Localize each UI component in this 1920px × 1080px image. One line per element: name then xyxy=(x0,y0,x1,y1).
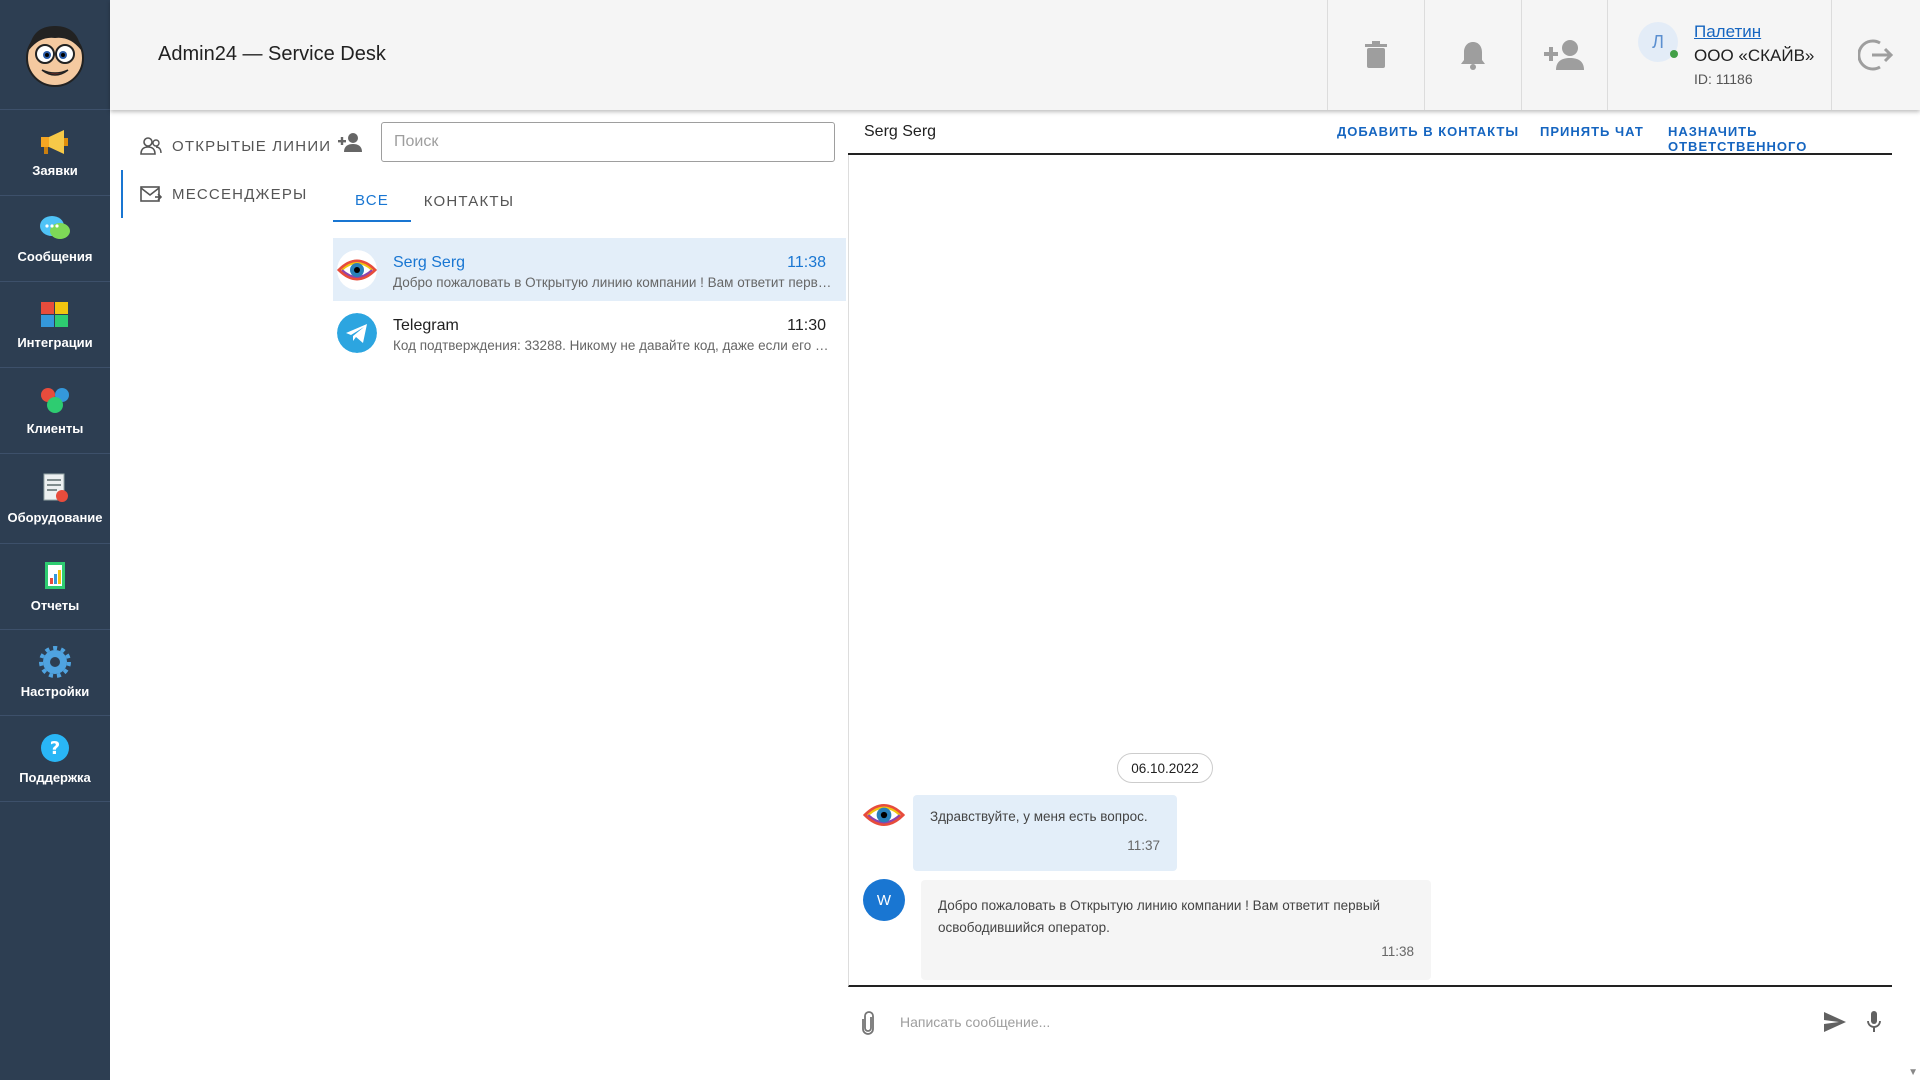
chat-bubbles-icon xyxy=(38,213,72,243)
paperclip-icon xyxy=(862,1011,874,1035)
page-title: Admin24 — Service Desk xyxy=(158,43,386,65)
chat-pane: Serg Serg ДОБАВИТЬ В КОНТАКТЫ ПРИНЯТЬ ЧА… xyxy=(848,112,1892,1070)
help-icon: ? xyxy=(38,732,72,764)
date-separator: 06.10.2022 xyxy=(1117,753,1213,783)
search-input[interactable] xyxy=(381,122,835,162)
section-messengers[interactable]: МЕССЕНДЖЕРЫ xyxy=(140,174,308,214)
avatar: W xyxy=(863,879,905,921)
user-profile: Л Палетин ООО «СКАЙВ» ID: 11186 xyxy=(1607,0,1831,110)
user-company: ООО «СКАЙВ» xyxy=(1694,46,1815,65)
nav-item-integrations[interactable]: Интеграции xyxy=(0,282,110,368)
scroll-down-arrow-icon[interactable]: ▼ xyxy=(1908,1067,1918,1078)
mascot-logo-icon xyxy=(26,25,84,87)
eye-logo-icon xyxy=(863,794,905,836)
send-button[interactable] xyxy=(1823,1011,1847,1038)
report-icon xyxy=(38,560,72,592)
nav-item-requests[interactable]: Заявки xyxy=(0,110,110,196)
chat-name: Serg Serg xyxy=(393,254,466,271)
chat-preview: Код подтверждения: 33288. Никому не дава… xyxy=(393,338,833,353)
nav-label: Поддержка xyxy=(19,770,91,785)
add-user-button[interactable] xyxy=(1521,0,1607,110)
chat-title: Serg Serg xyxy=(864,123,937,140)
message-composer xyxy=(848,989,1892,1059)
nav-item-messages[interactable]: Сообщения xyxy=(0,196,110,282)
chat-toolbar: Serg Serg ДОБАВИТЬ В КОНТАКТЫ ПРИНЯТЬ ЧА… xyxy=(848,112,1892,155)
eye-logo-icon xyxy=(337,250,377,290)
section-label: ОТКРЫТЫЕ ЛИНИИ xyxy=(172,137,332,155)
logout-icon xyxy=(1858,39,1894,71)
nav-item-equipment[interactable]: Оборудование xyxy=(0,454,110,544)
chat-list-item[interactable]: Telegram 11:30 Код подтверждения: 33288.… xyxy=(333,301,846,364)
nav-item-support[interactable]: ? Поддержка xyxy=(0,716,110,802)
section-open-lines[interactable]: ОТКРЫТЫЕ ЛИНИИ xyxy=(140,126,331,166)
person-add-icon xyxy=(338,133,362,152)
user-name-link[interactable]: Палетин xyxy=(1694,22,1761,42)
megaphone-icon xyxy=(38,127,72,157)
notifications-button[interactable] xyxy=(1424,0,1521,110)
gear-icon xyxy=(38,646,72,678)
voice-button[interactable] xyxy=(1866,1010,1882,1039)
message-text-line: освободившийся оператор. xyxy=(938,920,1110,935)
delete-button[interactable] xyxy=(1327,0,1424,110)
nav-label: Сообщения xyxy=(17,249,93,264)
bell-icon xyxy=(1461,42,1485,70)
add-contact-button[interactable] xyxy=(336,128,364,156)
attach-button[interactable] xyxy=(860,1011,876,1040)
nav-item-settings[interactable]: Настройки xyxy=(0,630,110,716)
sidebar-nav: Заявки Сообщения Интеграции Клиенты Обор… xyxy=(0,0,110,1080)
nav-label: Клиенты xyxy=(26,421,84,436)
section-label: МЕССЕНДЖЕРЫ xyxy=(172,185,308,203)
add-to-contacts-button[interactable]: ДОБАВИТЬ В КОНТАКТЫ xyxy=(1337,124,1519,139)
chat-preview: Добро пожаловать в Открытую линию компан… xyxy=(393,275,833,290)
accept-chat-button[interactable]: ПРИНЯТЬ ЧАТ xyxy=(1540,124,1644,139)
trash-icon xyxy=(1365,41,1387,68)
message-time: 11:38 xyxy=(1381,944,1414,959)
svg-text:?: ? xyxy=(50,738,60,759)
assign-responsible-button[interactable]: НАЗНАЧИТЬ ОТВЕТСТВЕННОГО xyxy=(1668,124,1892,154)
nav-item-reports[interactable]: Отчеты xyxy=(0,544,110,630)
top-header: Admin24 — Service Desk Л Палетин ООО «СК… xyxy=(110,0,1920,110)
tab-contacts[interactable]: КОНТАКТЫ xyxy=(411,180,527,222)
telegram-icon xyxy=(337,313,377,353)
people-icon xyxy=(38,385,72,415)
person-add-icon xyxy=(1543,40,1584,70)
message-text: Здравствуйте, у меня есть вопрос. xyxy=(930,809,1148,824)
message-time: 11:37 xyxy=(1127,838,1160,853)
chat-time: 11:30 xyxy=(787,317,826,334)
tab-all[interactable]: ВСЕ xyxy=(333,180,411,222)
message-area[interactable]: 06.10.2022 Здравствуйте, у меня есть воп… xyxy=(848,155,1892,987)
nav-label: Интеграции xyxy=(17,335,93,350)
user-id: ID: 11186 xyxy=(1694,71,1753,87)
nav-item-clients[interactable]: Клиенты xyxy=(0,368,110,454)
chat-time: 11:38 xyxy=(787,254,826,271)
people-outline-icon xyxy=(140,137,162,155)
chat-name: Telegram xyxy=(393,317,459,334)
app-logo[interactable] xyxy=(0,0,110,110)
puzzle-icon xyxy=(38,299,72,329)
mail-forward-icon xyxy=(140,186,162,202)
message-bubble-incoming: Здравствуйте, у меня есть вопрос. 11:37 xyxy=(913,795,1177,871)
nav-label: Отчеты xyxy=(30,598,80,613)
microphone-icon xyxy=(1867,1011,1881,1032)
nav-label: Оборудование xyxy=(7,510,103,525)
chat-list-item[interactable]: Serg Serg 11:38 Добро пожаловать в Откры… xyxy=(333,238,846,301)
message-text-line: Добро пожаловать в Открытую линию компан… xyxy=(938,898,1381,913)
nav-label: Настройки xyxy=(20,684,90,699)
message-bubble-outgoing: Добро пожаловать в Открытую линию компан… xyxy=(921,880,1431,980)
nav-label: Заявки xyxy=(32,163,78,178)
active-section-indicator xyxy=(121,170,123,218)
equipment-icon xyxy=(38,472,72,504)
logout-button[interactable] xyxy=(1831,0,1920,110)
send-icon xyxy=(1824,1012,1846,1032)
message-input[interactable] xyxy=(898,1003,1798,1041)
online-status-dot xyxy=(1670,50,1678,58)
